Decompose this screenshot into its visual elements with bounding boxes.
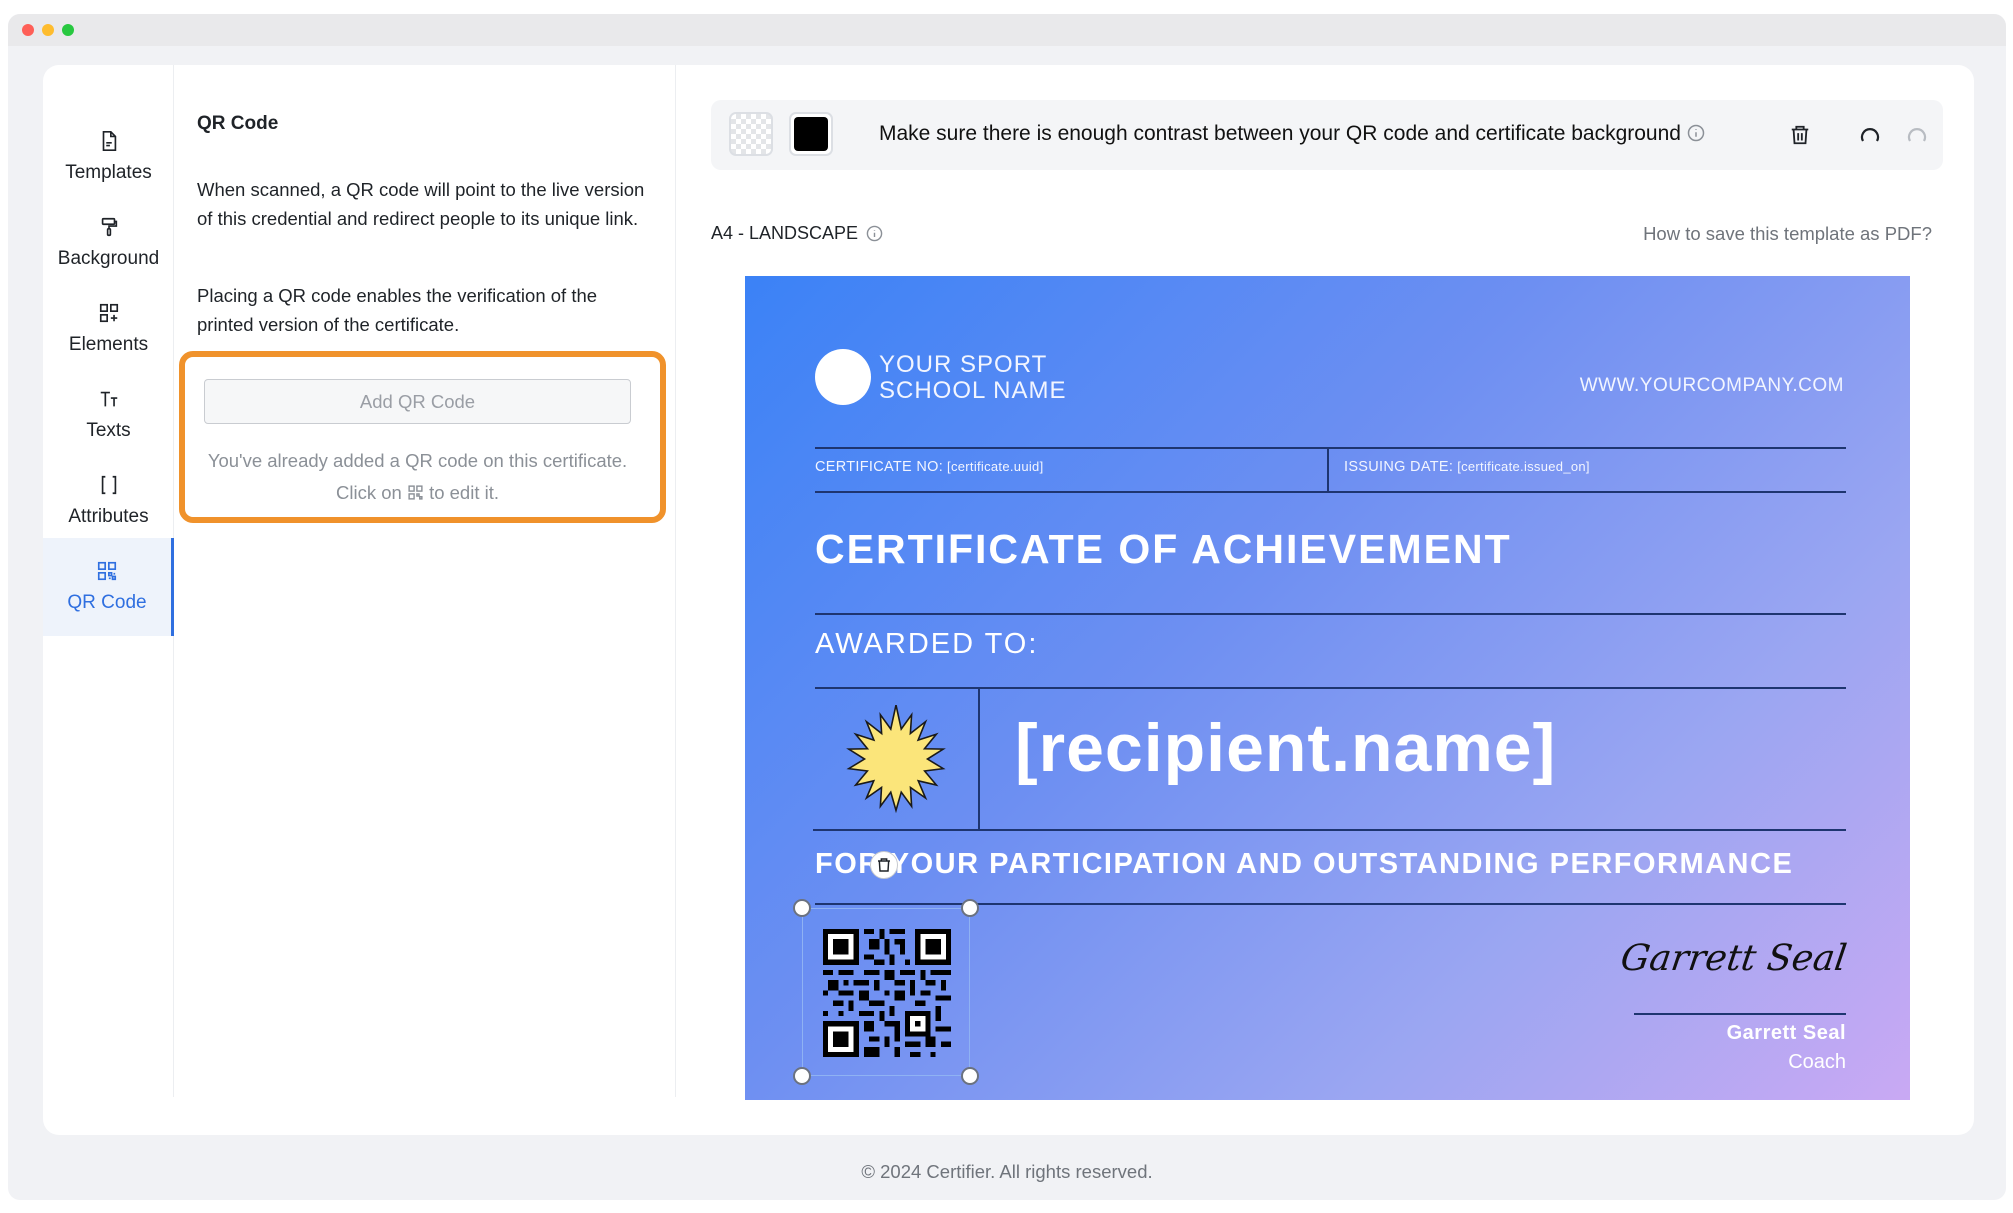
school-name[interactable]: YOUR SPORT SCHOOL NAME <box>879 352 1066 404</box>
certificate-number-value: [certificate.uuid] <box>947 459 1044 474</box>
issuing-date[interactable]: ISSUING DATE: [certificate.issued_on] <box>1344 459 1590 475</box>
qr-code-icon <box>97 561 117 581</box>
info-icon[interactable] <box>866 225 883 242</box>
redo-icon <box>1907 128 1927 142</box>
divider <box>815 447 1846 449</box>
sidebar-item-label: Texts <box>86 420 131 441</box>
qr-delete-button[interactable] <box>870 851 898 879</box>
window-titlebar <box>8 14 2006 46</box>
editor-app: Templates Background Elements Texts Attr… <box>43 65 1974 1135</box>
awarded-to-label[interactable]: AWARDED TO: <box>815 628 1038 661</box>
participation-text[interactable]: FOR YOUR PARTICIPATION AND OUTSTANDING P… <box>815 848 1793 881</box>
paint-roller-icon <box>101 217 117 237</box>
signature-line <box>1634 1013 1846 1015</box>
undo-button[interactable] <box>1857 122 1883 148</box>
qr-code-image[interactable] <box>823 929 951 1057</box>
sidebar-item-label: Elements <box>68 334 149 355</box>
maximize-window-button[interactable] <box>62 24 74 36</box>
certificate-number-label: CERTIFICATE NO: <box>815 459 944 475</box>
close-window-button[interactable] <box>22 24 34 36</box>
recipient-name[interactable]: [recipient.name] <box>1015 709 1556 787</box>
divider <box>815 613 1846 615</box>
paper-size-text: A4 - LANDSCAPE <box>711 223 859 243</box>
note-text-after: to edit it. <box>429 482 500 503</box>
canvas-area: Make sure there is enough contrast betwe… <box>677 65 1974 1135</box>
browser-window: Templates Background Elements Texts Attr… <box>8 14 2006 1200</box>
resize-handle-bottom-right[interactable] <box>961 1067 979 1085</box>
sidebar-item-texts[interactable]: Texts <box>43 366 174 464</box>
sidebar-item-background[interactable]: Background <box>43 194 174 292</box>
divider <box>813 829 1846 831</box>
divider <box>815 687 1846 689</box>
divider <box>1327 447 1329 491</box>
qr-already-added-note: You've already added a QR code on this c… <box>204 445 631 509</box>
resize-handle-top-right[interactable] <box>961 899 979 917</box>
sun-badge-icon[interactable] <box>839 705 953 819</box>
school-logo[interactable] <box>815 349 871 405</box>
redo-button[interactable] <box>1904 122 1930 148</box>
contrast-warning-text: Make sure there is enough contrast betwe… <box>879 122 1681 145</box>
document-icon <box>102 131 116 151</box>
certificate-number[interactable]: CERTIFICATE NO: [certificate.uuid] <box>815 459 1043 475</box>
qr-toolbar: Make sure there is enough contrast betwe… <box>711 100 1943 170</box>
trash-icon <box>1791 125 1809 145</box>
elements-grid-icon <box>99 303 118 323</box>
transparent-background-swatch[interactable] <box>729 112 773 156</box>
issuing-date-label: ISSUING DATE: <box>1344 459 1454 475</box>
divider <box>815 491 1846 493</box>
sidebar-item-label: Attributes <box>68 506 149 527</box>
paper-size-label: A4 - LANDSCAPE <box>711 223 883 244</box>
sidebar: Templates Background Elements Texts Attr… <box>43 65 174 1097</box>
brackets-icon <box>101 475 116 495</box>
school-name-line1: YOUR SPORT <box>879 351 1048 378</box>
certificate-canvas[interactable]: YOUR SPORT SCHOOL NAME WWW.YOURCOMPANY.C… <box>745 276 1910 1100</box>
signer-name[interactable]: Garrett Seal <box>1727 1022 1846 1045</box>
contrast-warning: Make sure there is enough contrast betwe… <box>879 122 1705 146</box>
qr-color-swatch[interactable] <box>789 112 833 156</box>
sidebar-item-label: Templates <box>65 162 152 183</box>
undo-icon <box>1860 128 1880 142</box>
qr-settings-panel: QR Code When scanned, a QR code will poi… <box>174 65 676 1097</box>
sidebar-item-elements[interactable]: Elements <box>43 280 174 378</box>
text-icon <box>100 391 117 407</box>
sidebar-item-attributes[interactable]: Attributes <box>43 452 174 550</box>
panel-verification-text: Placing a QR code enables the verificati… <box>197 285 598 335</box>
trash-icon <box>878 858 890 872</box>
divider <box>978 687 980 830</box>
resize-handle-top-left[interactable] <box>793 899 811 917</box>
sidebar-item-qr-code[interactable]: QR Code <box>43 538 174 636</box>
sidebar-item-label: QR Code <box>67 592 147 613</box>
minimize-window-button[interactable] <box>42 24 54 36</box>
resize-handle-bottom-left[interactable] <box>793 1067 811 1085</box>
issuing-date-value: [certificate.issued_on] <box>1457 459 1590 474</box>
qr-code-icon <box>408 485 423 500</box>
company-website[interactable]: WWW.YOURCOMPANY.COM <box>1580 375 1844 397</box>
panel-description: When scanned, a QR code will point to th… <box>197 179 645 229</box>
certificate-title[interactable]: CERTIFICATE OF ACHIEVEMENT <box>815 526 1512 573</box>
sidebar-item-templates[interactable]: Templates <box>43 108 174 206</box>
info-icon[interactable] <box>1687 124 1705 142</box>
delete-button[interactable] <box>1787 122 1813 148</box>
save-as-pdf-help-link[interactable]: How to save this template as PDF? <box>1643 223 1932 245</box>
add-qr-code-button[interactable]: Add QR Code <box>204 379 631 424</box>
sidebar-item-label: Background <box>57 248 160 269</box>
signature[interactable]: Garrett Seal <box>1618 938 1849 979</box>
signer-role[interactable]: Coach <box>1788 1051 1846 1074</box>
school-name-line2: SCHOOL NAME <box>879 377 1067 404</box>
panel-title: QR Code <box>197 113 279 134</box>
footer-copyright: © 2024 Certifier. All rights reserved. <box>861 1161 1153 1182</box>
